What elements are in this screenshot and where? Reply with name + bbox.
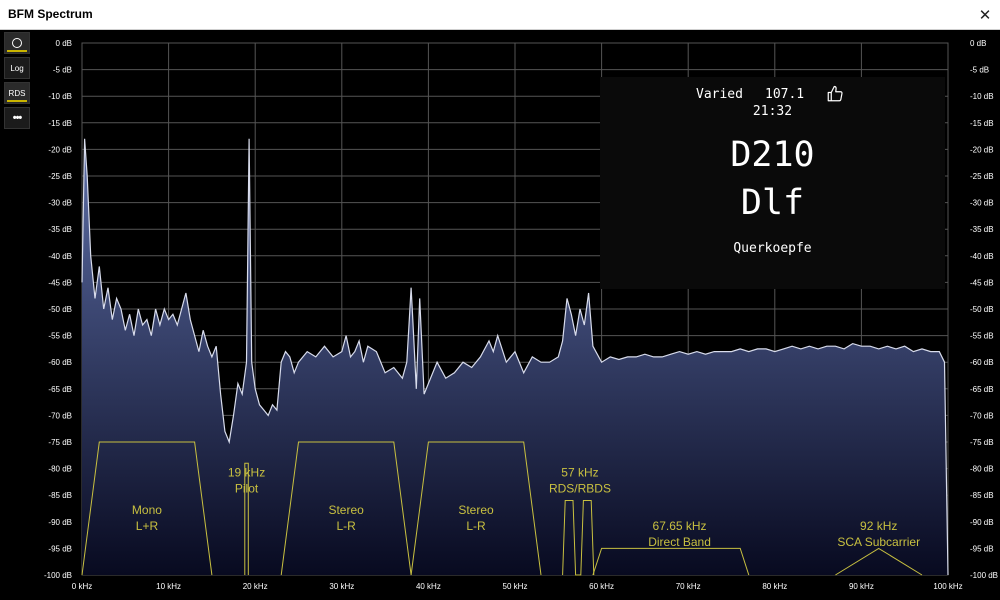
y-tick-label-right: -80 dB [970, 465, 994, 474]
x-tick-label: 90 kHz [849, 582, 874, 591]
x-tick-label: 40 kHz [416, 582, 441, 591]
x-tick-label: 10 kHz [156, 582, 181, 591]
spectrum-frame: Mono L+R 19 kHz Pilot Stereo L-R Stereo L-R 57 k… [0, 30, 1000, 600]
y-tick-label-right: -45 dB [970, 278, 994, 287]
y-tick-label-right: -25 dB [970, 172, 994, 181]
y-tick-label-left: -65 dB [48, 385, 72, 394]
y-tick-label-right: -85 dB [970, 491, 994, 500]
y-tick-label-left: -90 dB [48, 518, 72, 527]
log-button[interactable]: Log [4, 57, 30, 79]
rds-frequency: 107.1 [765, 87, 805, 102]
y-tick-label-left: -10 dB [48, 92, 72, 101]
rds-pi-code: D210 [730, 135, 815, 175]
x-tick-label: 80 kHz [762, 582, 787, 591]
y-tick-label-right: 0 dB [970, 39, 986, 48]
y-tick-label-left: -95 dB [48, 544, 72, 553]
window-title: BFM Spectrum [8, 7, 93, 21]
y-tick-label-left: -60 dB [48, 358, 72, 367]
rds-radiotext: Querkoepfe [733, 241, 812, 256]
y-tick-label-right: -35 dB [970, 225, 994, 234]
band-label: Pilot [235, 482, 259, 496]
y-tick-label-right: -60 dB [970, 358, 994, 367]
y-tick-label-left: -15 dB [48, 119, 72, 128]
y-tick-label-left: -20 dB [48, 145, 72, 154]
y-tick-label-right: -5 dB [970, 66, 989, 75]
rds-time: 21:32 [752, 104, 793, 119]
y-tick-label-left: -50 dB [48, 305, 72, 314]
y-tick-label-left: -35 dB [48, 225, 72, 234]
y-tick-label-right: -100 dB [970, 571, 998, 580]
y-tick-label-left: -75 dB [48, 438, 72, 447]
y-tick-label-left: -45 dB [48, 278, 72, 287]
record-button[interactable] [4, 32, 30, 54]
rds-station-name: Dlf [740, 183, 805, 223]
band-label: L+R [136, 519, 159, 533]
y-tick-label-left: -80 dB [48, 465, 72, 474]
y-tick-label-left: -30 dB [48, 199, 72, 208]
y-tick-label-right: -90 dB [970, 518, 994, 527]
band-label: Stereo [328, 503, 364, 517]
y-tick-label-left: -100 dB [44, 571, 72, 580]
x-tick-label: 70 kHz [676, 582, 701, 591]
x-tick-label: 60 kHz [589, 582, 614, 591]
x-tick-label: 30 kHz [329, 582, 354, 591]
band-label: SCA Subcarrier [837, 535, 920, 549]
band-label: 57 kHz [561, 466, 598, 480]
more-icon: ••• [12, 112, 23, 124]
y-tick-label-right: -40 dB [970, 252, 994, 261]
x-tick-label: 20 kHz [243, 582, 268, 591]
band-label: L-R [336, 519, 356, 533]
rds-label: RDS [8, 88, 26, 98]
y-tick-label-right: -70 dB [970, 411, 994, 420]
rds-pty: Varied [696, 87, 743, 102]
x-tick-label: 100 kHz [933, 582, 962, 591]
band-label: Direct Band [648, 535, 711, 549]
band-label: RDS/RBDS [549, 482, 611, 496]
y-tick-label-right: -95 dB [970, 544, 994, 553]
y-tick-label-right: -55 dB [970, 332, 994, 341]
band-label: 92 kHz [860, 519, 897, 533]
y-tick-label-right: -30 dB [970, 199, 994, 208]
thumbs-up-icon[interactable] [826, 85, 844, 103]
y-tick-label-left: -55 dB [48, 332, 72, 341]
y-tick-label-right: -10 dB [970, 92, 994, 101]
close-button[interactable]: ✕ [974, 4, 996, 26]
y-tick-label-left: 0 dB [56, 39, 72, 48]
y-tick-label-left: -40 dB [48, 252, 72, 261]
x-tick-label: 0 kHz [72, 582, 92, 591]
y-tick-label-right: -75 dB [970, 438, 994, 447]
title-bar: BFM Spectrum ✕ [0, 0, 1000, 30]
y-tick-label-left: -85 dB [48, 491, 72, 500]
x-tick-label: 50 kHz [503, 582, 528, 591]
band-label: Mono [132, 503, 162, 517]
y-tick-label-left: -25 dB [48, 172, 72, 181]
band-label: 19 kHz [228, 466, 265, 480]
y-tick-label-right: -15 dB [970, 119, 994, 128]
y-tick-label-left: -5 dB [53, 66, 72, 75]
toolbar: Log RDS ••• [4, 32, 32, 132]
y-tick-label-right: -20 dB [970, 145, 994, 154]
band-label: Stereo [458, 503, 494, 517]
band-label: 67.65 kHz [653, 519, 707, 533]
rds-button[interactable]: RDS [4, 82, 30, 104]
more-button[interactable]: ••• [4, 107, 30, 129]
rds-panel: Varied 107.1 21:32 D210 Dlf Querkoepfe [600, 77, 945, 289]
y-tick-label-right: -50 dB [970, 305, 994, 314]
band-label: L-R [466, 519, 486, 533]
y-tick-label-right: -65 dB [970, 385, 994, 394]
y-tick-label-left: -70 dB [48, 411, 72, 420]
circle-icon [12, 38, 22, 48]
